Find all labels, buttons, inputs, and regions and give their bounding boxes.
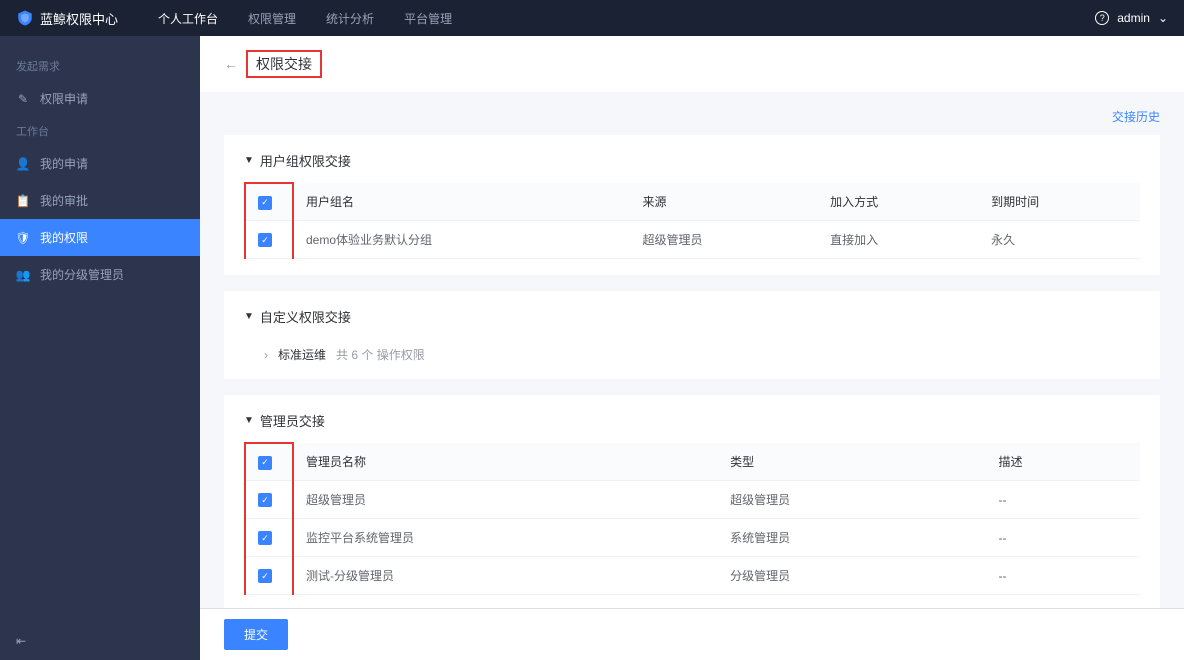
users-icon: 👥	[16, 268, 30, 282]
panel-usergroup: ▼ 用户组权限交接 ✓ 用户组名 来源 加入方式 到期时间 ✓ demo体验业务…	[224, 135, 1160, 275]
sidebar-item-my-apply[interactable]: 👤 我的申请	[0, 145, 200, 182]
usergroup-table: ✓ 用户组名 来源 加入方式 到期时间 ✓ demo体验业务默认分组 超级管理员…	[244, 182, 1140, 259]
caret-down-icon: ▼	[244, 415, 254, 426]
shield-logo-icon	[16, 9, 34, 27]
admin-table: ✓ 管理员名称 类型 描述 ✓ 超级管理员 超级管理员 -- ✓	[244, 442, 1140, 595]
nav-workbench[interactable]: 个人工作台	[158, 10, 218, 27]
caret-right-icon: ›	[264, 348, 268, 362]
checkbox-all-usergroup[interactable]: ✓	[258, 196, 272, 210]
checkbox-row[interactable]: ✓	[258, 569, 272, 583]
app-name: 蓝鲸权限中心	[40, 9, 118, 28]
th-expire: 到期时间	[979, 183, 1140, 221]
sidebar-item-label: 我的审批	[40, 192, 88, 209]
sidebar-item-apply[interactable]: ✎ 权限申请	[0, 80, 200, 117]
checkbox-row[interactable]: ✓	[258, 493, 272, 507]
th-admin-type: 类型	[718, 443, 986, 481]
username: admin	[1117, 11, 1150, 25]
nav-permission[interactable]: 权限管理	[248, 10, 296, 27]
panel-title-custom[interactable]: ▼ 自定义权限交接	[244, 307, 1140, 326]
sidebar-item-my-graded[interactable]: 👥 我的分级管理员	[0, 256, 200, 293]
table-row: ✓ 测试-分级管理员 分级管理员 --	[245, 557, 1140, 595]
shield-icon: 🛡	[16, 231, 30, 245]
th-join: 加入方式	[818, 183, 979, 221]
sidebar-group-workbench: 工作台	[0, 117, 200, 145]
submit-button[interactable]: 提交	[224, 619, 288, 650]
caret-down-icon: ▼	[244, 155, 254, 166]
table-row: ✓ 超级管理员 超级管理员 --	[245, 481, 1140, 519]
main-content: ← 权限交接 交接历史 ▼ 用户组权限交接 ✓ 用户组名 来源 加入方式 到期时…	[200, 36, 1184, 660]
custom-sub-row[interactable]: › 标准运维 共 6 个 操作权限	[244, 338, 1140, 363]
th-admin-desc: 描述	[987, 443, 1140, 481]
help-icon[interactable]: ?	[1095, 11, 1109, 25]
table-row: ✓ demo体验业务默认分组 超级管理员 直接加入 永久	[245, 221, 1140, 259]
chevron-down-icon: ⌄	[1158, 11, 1168, 25]
edit-icon: ✎	[16, 92, 30, 106]
history-link[interactable]: 交接历史	[224, 108, 1160, 125]
sidebar-item-my-permission[interactable]: 🛡 我的权限	[0, 219, 200, 256]
sidebar-item-label: 我的分级管理员	[40, 266, 124, 283]
top-nav: 个人工作台 权限管理 统计分析 平台管理	[158, 10, 452, 27]
sidebar-collapse-button[interactable]: ⇤	[16, 634, 26, 648]
top-header: 蓝鲸权限中心 个人工作台 权限管理 统计分析 平台管理 ? admin ⌄	[0, 0, 1184, 36]
clipboard-icon: 📋	[16, 194, 30, 208]
panel-admin: ▼ 管理员交接 ✓ 管理员名称 类型 描述 ✓ 超级管理员 超级管理员	[224, 395, 1160, 611]
sidebar-group-request: 发起需求	[0, 52, 200, 80]
page-header: ← 权限交接	[200, 36, 1184, 92]
nav-platform[interactable]: 平台管理	[404, 10, 452, 27]
th-groupname: 用户组名	[293, 183, 630, 221]
user-area[interactable]: ? admin ⌄	[1095, 11, 1168, 25]
panel-custom: ▼ 自定义权限交接 › 标准运维 共 6 个 操作权限	[224, 291, 1160, 379]
sidebar: 发起需求 ✎ 权限申请 工作台 👤 我的申请 📋 我的审批 🛡 我的权限 👥 我…	[0, 36, 200, 660]
page-title: 权限交接	[246, 50, 322, 78]
th-admin-name: 管理员名称	[293, 443, 718, 481]
caret-down-icon: ▼	[244, 311, 254, 322]
back-arrow-icon[interactable]: ←	[224, 56, 238, 72]
sidebar-item-label: 我的申请	[40, 155, 88, 172]
checkbox-row[interactable]: ✓	[258, 531, 272, 545]
panel-title-admin[interactable]: ▼ 管理员交接	[244, 411, 1140, 430]
panel-title-usergroup[interactable]: ▼ 用户组权限交接	[244, 151, 1140, 170]
checkbox-all-admin[interactable]: ✓	[258, 456, 272, 470]
sidebar-item-label: 权限申请	[40, 90, 88, 107]
user-icon: 👤	[16, 157, 30, 171]
nav-stats[interactable]: 统计分析	[326, 10, 374, 27]
checkbox-row[interactable]: ✓	[258, 233, 272, 247]
table-row: ✓ 监控平台系统管理员 系统管理员 --	[245, 519, 1140, 557]
th-source: 来源	[630, 183, 818, 221]
app-logo: 蓝鲸权限中心	[16, 9, 118, 28]
sidebar-item-label: 我的权限	[40, 229, 88, 246]
footer-bar: 提交	[200, 608, 1184, 660]
sidebar-item-my-approve[interactable]: 📋 我的审批	[0, 182, 200, 219]
